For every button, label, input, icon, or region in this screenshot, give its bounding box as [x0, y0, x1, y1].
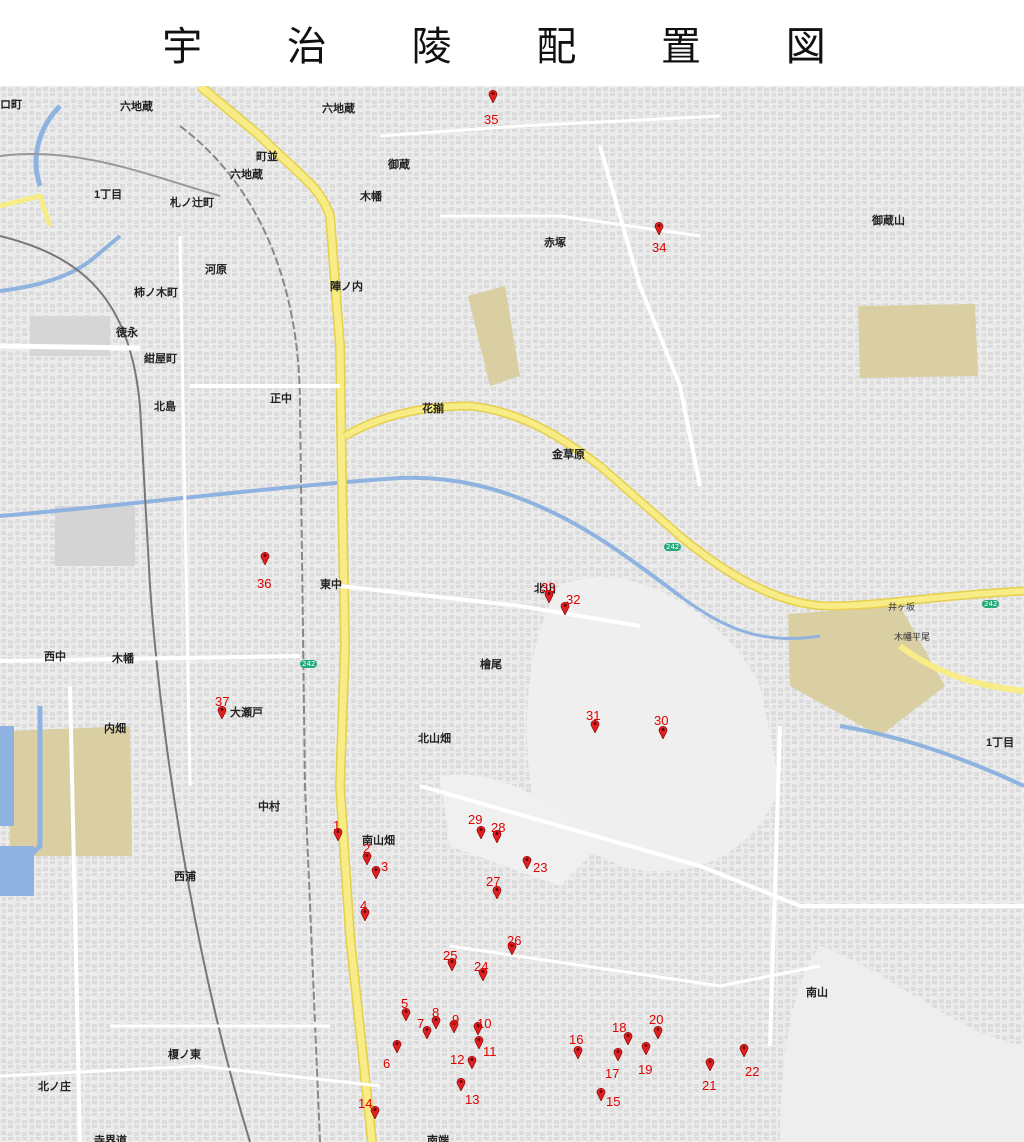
place-nishiura: 西浦	[174, 871, 196, 883]
place-teraikai: 寺界道	[94, 1135, 127, 1142]
grave-marker-icon[interactable]	[596, 1087, 606, 1101]
marker-number-label: 31	[586, 708, 601, 723]
grave-marker-icon[interactable]	[488, 89, 498, 103]
place-enoki: 榎ノ東	[168, 1049, 201, 1061]
place-gozosan: 御蔵山	[872, 215, 905, 227]
place-shonaka: 正中	[270, 393, 292, 405]
marker-number-label: 2	[363, 841, 371, 856]
grave-marker-icon[interactable]	[705, 1057, 715, 1071]
place-machinami: 町並	[256, 151, 278, 163]
marker-number-label: 11	[483, 1044, 497, 1059]
place-funanoki: 札ノ辻町	[170, 197, 214, 209]
marker-number-label: 21	[702, 1078, 717, 1093]
marker-number-label: 36	[257, 576, 272, 591]
place-oose: 大瀬戸	[230, 707, 263, 719]
marker-number-label: 13	[465, 1092, 480, 1107]
place-konyamachi: 紺屋町	[144, 353, 177, 365]
marker-number-label: 24	[474, 959, 489, 974]
marker-number-label: 20	[649, 1012, 664, 1027]
place-minamibata: 南端	[427, 1135, 449, 1142]
place-tokunou: 徳永	[116, 327, 138, 339]
place-kitayamahata: 北山畑	[418, 733, 451, 745]
marker-number-label: 14	[358, 1096, 373, 1111]
place-nakamura: 中村	[258, 801, 280, 813]
grave-marker-icon[interactable]	[654, 221, 664, 235]
grave-marker-icon[interactable]	[613, 1047, 623, 1061]
marker-number-label: 22	[745, 1064, 760, 1079]
place-kakinoki: 柿ノ木町	[134, 287, 178, 299]
marker-number-label: 33	[541, 580, 556, 595]
marker-number-label: 27	[486, 874, 501, 889]
marker-number-label: 6	[383, 1056, 391, 1071]
marker-number-label: 3	[381, 859, 389, 874]
marker-number-label: 18	[612, 1020, 627, 1035]
place-kinkabara: 金草原	[552, 449, 585, 461]
marker-number-label: 34	[652, 240, 667, 255]
place-hiwao: 檜尾	[480, 659, 502, 671]
place-rokujizo-2: 六地蔵	[322, 103, 355, 115]
marker-number-label: 10	[477, 1016, 492, 1031]
route-badge: 242	[982, 600, 1000, 608]
grave-marker-icon[interactable]	[260, 551, 270, 565]
marker-number-label: 4	[360, 898, 368, 913]
marker-number-label: 32	[566, 592, 581, 607]
route-badge: 242	[300, 660, 318, 668]
grave-marker-icon[interactable]	[456, 1077, 466, 1091]
marker-number-label: 19	[638, 1062, 653, 1077]
place-jinnouchi: 陣ノ内	[330, 281, 363, 293]
marker-number-label: 12	[450, 1052, 465, 1067]
marker-number-label: 7	[417, 1016, 425, 1031]
map-title: 宇 治 陵 配 置 図	[162, 24, 862, 70]
place-kohatahigashi: 木幡平尾	[894, 632, 931, 642]
place-rokujizo-station: 六地蔵	[230, 169, 263, 181]
marker-number-label: 5	[401, 996, 409, 1011]
marker-number-label: 15	[606, 1094, 621, 1109]
grave-marker-icon[interactable]	[573, 1045, 583, 1059]
place-minamiyama: 南山	[806, 987, 828, 999]
place-uchihata: 内畑	[104, 723, 126, 735]
grave-marker-icon[interactable]	[476, 825, 486, 839]
marker-number-label: 35	[484, 112, 499, 127]
grave-marker-icon[interactable]	[392, 1039, 402, 1053]
place-kohata: 木幡	[112, 653, 134, 665]
place-rokujizo: 六地蔵	[120, 101, 153, 113]
place-nishinaka: 西中	[44, 651, 66, 663]
place-kitanosho: 北ノ庄	[38, 1081, 71, 1093]
marker-number-label: 28	[491, 820, 506, 835]
place-itchome-2: 1丁目	[986, 737, 1015, 749]
place-lomachi: ロ町	[0, 99, 22, 111]
grave-marker-icon[interactable]	[739, 1043, 749, 1057]
grave-marker-icon[interactable]	[467, 1055, 477, 1069]
marker-number-label: 9	[452, 1012, 460, 1027]
place-higashinaka: 東中	[320, 579, 342, 591]
place-kowata: 木幡	[360, 191, 382, 203]
place-kitajima: 北島	[154, 401, 176, 413]
map-area[interactable]: ロ町 六地蔵 六地蔵 町並 六地蔵 御蔵 木幡 赤塚 御蔵山 札ノ辻町 河原 柿…	[0, 86, 1024, 1142]
place-godzo: 御蔵	[388, 159, 410, 171]
place-ibusaka: 井ヶ坂	[888, 602, 916, 612]
marker-number-label: 8	[432, 1005, 440, 1020]
marker-number-label: 30	[654, 713, 669, 728]
route-badge: 242	[664, 543, 682, 551]
grave-marker-icon[interactable]	[371, 865, 381, 879]
grave-marker-icon[interactable]	[653, 1025, 663, 1039]
place-akatsuka: 赤塚	[544, 237, 566, 249]
place-kawara: 河原	[205, 264, 227, 276]
map-base	[0, 86, 1024, 1142]
grave-marker-icon[interactable]	[522, 855, 532, 869]
marker-number-label: 17	[605, 1066, 620, 1081]
marker-number-label: 23	[533, 860, 548, 875]
marker-number-label: 16	[569, 1032, 584, 1047]
marker-number-label: 26	[507, 933, 522, 948]
place-itchome: 1丁目	[94, 189, 123, 201]
marker-number-label: 37	[215, 694, 230, 709]
marker-number-label: 29	[468, 812, 483, 827]
grave-marker-icon[interactable]	[641, 1041, 651, 1055]
marker-number-label: 25	[443, 948, 458, 963]
place-hanano: 花揃	[422, 403, 444, 415]
marker-number-label: 1	[333, 818, 341, 833]
